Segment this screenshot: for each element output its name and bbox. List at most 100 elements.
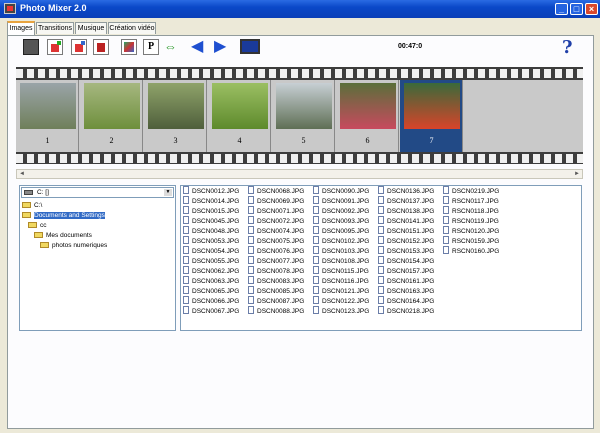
file-item[interactable]: DSCN0012.JPG xyxy=(183,186,239,197)
close-button[interactable]: × xyxy=(585,3,598,15)
file-item[interactable]: DSCN0121.JPG xyxy=(313,286,369,297)
tab-images[interactable]: Images xyxy=(7,21,35,35)
file-item[interactable]: DSCN0161.JPG xyxy=(378,276,434,287)
camera-icon[interactable] xyxy=(23,39,39,55)
filmstrip-frame[interactable]: 7 xyxy=(400,80,463,152)
file-item[interactable]: DSCN0066.JPG xyxy=(183,296,239,307)
file-item[interactable]: DSCN0137.JPG xyxy=(378,196,434,207)
filmstrip-frame[interactable]: 2 xyxy=(80,80,143,152)
arrow-right-icon[interactable]: ▶ xyxy=(214,39,230,55)
maximize-button[interactable]: □ xyxy=(570,3,583,15)
file-item[interactable]: DSCN0092.JPG xyxy=(313,206,369,217)
tree-node[interactable]: photos numeriques xyxy=(40,241,107,250)
scroll-left-icon[interactable]: ◄ xyxy=(17,170,27,178)
monitor-icon[interactable] xyxy=(240,39,260,54)
file-item[interactable]: DSCN0218.JPG xyxy=(378,306,434,317)
file-item[interactable]: DSCN0055.JPG xyxy=(183,256,239,267)
file-item[interactable]: DSCN0157.JPG xyxy=(378,266,434,277)
file-item[interactable]: DSCN0015.JPG xyxy=(183,206,239,217)
file-item[interactable]: RSCN0119.JPG xyxy=(443,216,499,227)
tree-node[interactable]: Documents and Settings xyxy=(22,211,105,220)
file-item[interactable]: RSCN0160.JPG xyxy=(443,246,500,257)
file-item[interactable]: DSCN0088.JPG xyxy=(248,306,304,317)
file-item[interactable]: DSCN0164.JPG xyxy=(378,296,434,307)
arrow-left-icon[interactable]: ◀ xyxy=(191,39,207,55)
file-item[interactable]: DSCN0141.JPG xyxy=(378,216,434,227)
file-item[interactable]: DSCN0152.JPG xyxy=(378,236,434,247)
file-item[interactable]: DSCN0108.JPG xyxy=(313,256,369,267)
file-item[interactable]: DSCN0085.JPG xyxy=(248,286,304,297)
tree-node[interactable]: C:\ xyxy=(22,201,42,210)
file-item[interactable]: DSCN0063.JPG xyxy=(183,276,239,287)
file-item[interactable]: DSCN0093.JPG xyxy=(313,216,369,227)
image-color-icon[interactable] xyxy=(121,39,137,55)
file-item[interactable]: RSCN0120.JPG xyxy=(443,226,499,237)
file-item[interactable]: DSCN0091.JPG xyxy=(313,196,369,207)
tab-creation-video[interactable]: Création vidéo xyxy=(108,22,156,34)
filmstrip-frame[interactable]: 4 xyxy=(208,80,271,152)
file-item[interactable]: DSCN0138.JPG xyxy=(378,206,434,217)
file-item[interactable]: DSCN0014.JPG xyxy=(183,196,239,207)
file-item[interactable]: DSCN0103.JPG xyxy=(313,246,369,257)
file-item[interactable]: DSCN0071.JPG xyxy=(248,206,304,217)
file-item[interactable]: DSCN0048.JPG xyxy=(183,226,239,237)
file-item[interactable]: RSCN0118.JPG xyxy=(443,206,499,217)
file-item[interactable]: DSCN0154.JPG xyxy=(378,256,434,267)
image-add-icon[interactable] xyxy=(47,39,63,55)
help-icon[interactable]: ? xyxy=(562,37,573,58)
file-item[interactable]: DSCN0062.JPG xyxy=(183,266,239,277)
file-item[interactable]: DSCN0067.JPG xyxy=(183,306,239,317)
file-item[interactable]: DSCN0077.JPG xyxy=(248,256,304,267)
file-item[interactable]: DSCN0090.JPG xyxy=(313,186,370,197)
filmstrip-frame[interactable]: 5 xyxy=(272,80,335,152)
file-item[interactable]: DSCN0065.JPG xyxy=(183,286,239,297)
tree-node[interactable]: Mes documents xyxy=(34,231,92,240)
file-item[interactable]: DSCN0095.JPG xyxy=(313,226,369,237)
file-item[interactable]: DSCN0136.JPG xyxy=(378,186,434,197)
file-item[interactable]: DSCN0078.JPG xyxy=(248,266,304,277)
file-item[interactable]: DSCN0122.JPG xyxy=(313,296,369,307)
filmstrip-frame[interactable]: 1 xyxy=(16,80,79,152)
image-remove-icon[interactable] xyxy=(71,39,87,55)
file-item[interactable]: DSCN0219.JPG xyxy=(443,186,499,197)
file-item[interactable]: RSCN0117.JPG xyxy=(443,196,499,207)
file-item[interactable]: DSCN0163.JPG xyxy=(378,286,434,297)
file-icon xyxy=(313,266,319,275)
file-item[interactable]: DSCN0069.JPG xyxy=(248,196,304,207)
filmstrip-scrollbar[interactable]: ◄ ► xyxy=(16,169,583,179)
file-item[interactable]: DSCN0072.JPG xyxy=(248,216,304,227)
filmstrip-frame[interactable]: 3 xyxy=(144,80,207,152)
tree-node[interactable]: cc xyxy=(28,221,47,230)
tab-transitions[interactable]: Transitions xyxy=(36,22,74,34)
file-item[interactable]: DSCN0068.JPG xyxy=(248,186,304,197)
file-item[interactable]: DSCN0053.JPG xyxy=(183,236,239,247)
text-p-icon[interactable]: P xyxy=(143,39,159,55)
frame-thumbnail xyxy=(404,83,460,129)
file-item[interactable]: DSCN0102.JPG xyxy=(313,236,369,247)
drive-select[interactable]: C: [] ▼ xyxy=(21,187,174,198)
file-item[interactable]: DSCN0083.JPG xyxy=(248,276,304,287)
swap-arrows-icon[interactable]: ⇔ xyxy=(164,40,182,53)
file-item[interactable]: DSCN0075.JPG xyxy=(248,236,304,247)
filmstrip-frame[interactable]: 6 xyxy=(336,80,399,152)
minimize-button[interactable]: _ xyxy=(555,3,568,15)
file-item[interactable]: DSCN0123.JPG xyxy=(313,306,369,317)
file-item[interactable]: DSCN0116.JPG xyxy=(313,276,369,287)
file-item[interactable]: DSCN0115.JPG xyxy=(313,266,369,277)
file-item[interactable]: DSCN0087.JPG xyxy=(248,296,304,307)
file-icon xyxy=(183,296,189,305)
image-delete-icon[interactable] xyxy=(93,39,109,55)
tab-musique[interactable]: Musique xyxy=(75,22,107,34)
file-item[interactable]: DSCN0074.JPG xyxy=(248,226,304,237)
chevron-down-icon[interactable]: ▼ xyxy=(164,189,172,196)
file-name: DSCN0090.JPG xyxy=(322,188,370,195)
file-item[interactable]: DSCN0151.JPG xyxy=(378,226,434,237)
file-item[interactable]: DSCN0045.JPG xyxy=(183,216,239,227)
file-icon xyxy=(248,266,254,275)
scroll-right-icon[interactable]: ► xyxy=(572,170,582,178)
file-name: RSCN0160.JPG xyxy=(452,248,500,255)
file-item[interactable]: DSCN0054.JPG xyxy=(183,246,239,257)
file-item[interactable]: RSCN0159.JPG xyxy=(443,236,499,247)
file-item[interactable]: DSCN0076.JPG xyxy=(248,246,304,257)
file-item[interactable]: DSCN0153.JPG xyxy=(378,246,434,257)
